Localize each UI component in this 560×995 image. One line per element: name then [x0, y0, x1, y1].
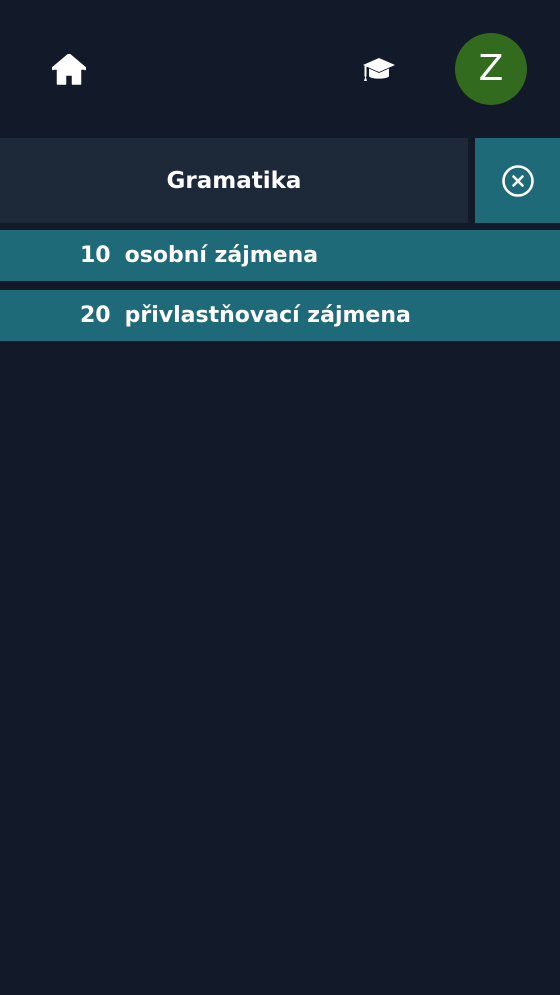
app-screen: Z Gramatika 10 osobní zájmena 20 přivlas… — [0, 0, 560, 995]
close-section-button[interactable] — [475, 138, 560, 223]
close-circle-icon — [501, 164, 534, 197]
lesson-number: 20 — [80, 303, 111, 328]
section-title: Gramatika — [166, 167, 302, 194]
avatar-initial: Z — [478, 48, 504, 89]
top-bar: Z — [0, 0, 560, 138]
home-button[interactable] — [50, 51, 88, 89]
graduation-cap-icon — [363, 58, 395, 81]
lesson-label: osobní zájmena — [124, 243, 319, 268]
lesson-item[interactable]: 10 osobní zájmena — [0, 230, 560, 281]
lesson-item[interactable]: 20 přivlastňovací zájmena — [0, 290, 560, 341]
user-avatar[interactable]: Z — [455, 33, 527, 105]
section-title-panel: Gramatika — [0, 138, 468, 223]
home-icon — [52, 54, 86, 85]
lesson-number: 10 — [80, 243, 111, 268]
lesson-label: přivlastňovací zájmena — [124, 303, 411, 328]
education-button[interactable] — [359, 51, 399, 89]
